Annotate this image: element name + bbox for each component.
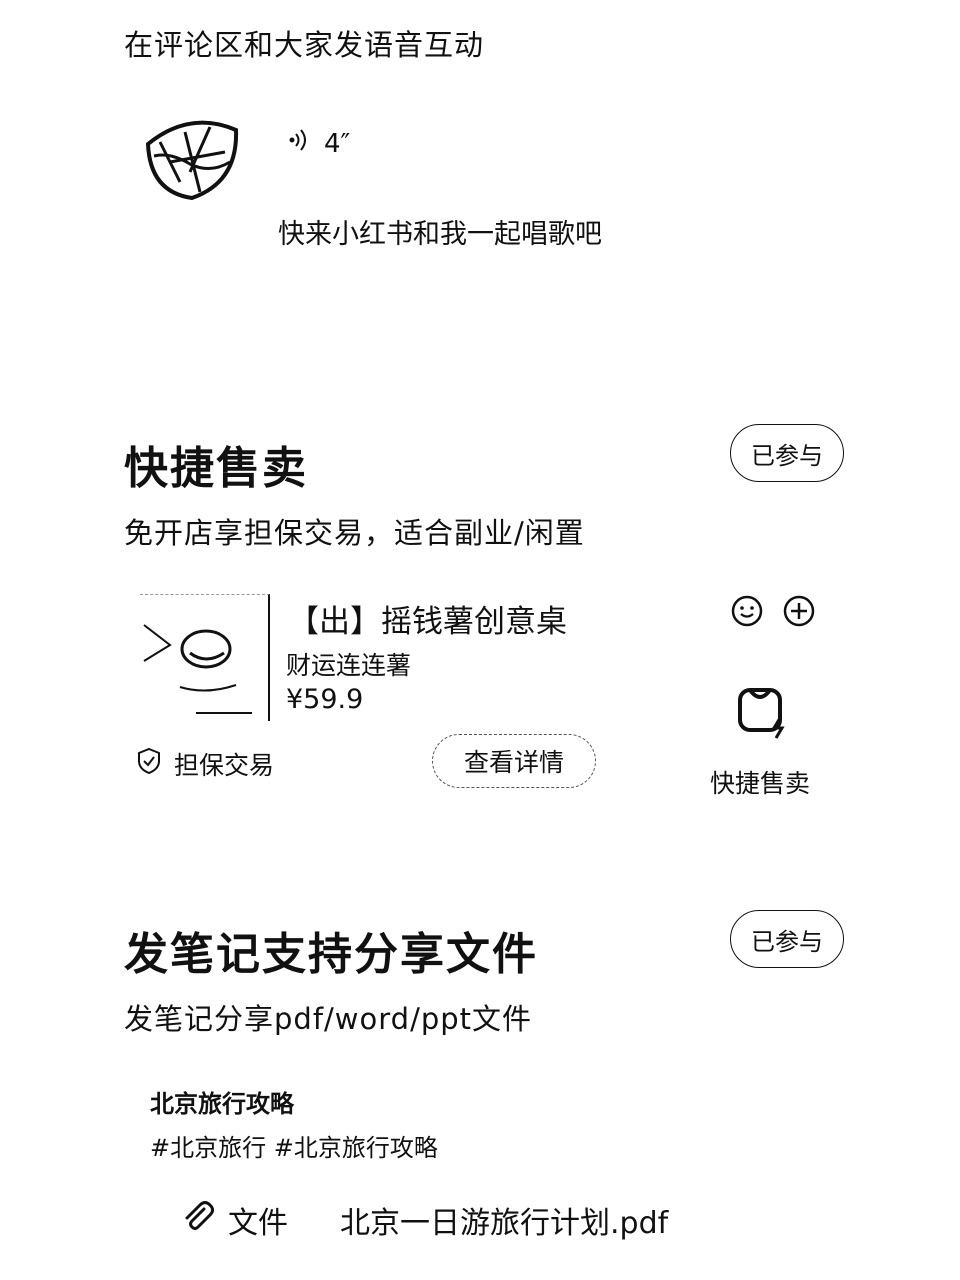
smile-icon[interactable] [730, 594, 764, 632]
plus-circle-icon[interactable] [782, 594, 816, 632]
product-thumbnail[interactable] [140, 594, 270, 721]
note-file-subtitle: 发笔记分享pdf/word/ppt文件 [124, 1002, 533, 1036]
view-details-button[interactable]: 查看详情 [432, 734, 596, 788]
guarantee-badge: 担保交易 [136, 746, 274, 782]
file-name[interactable]: 北京一日游旅行计划.pdf [340, 1198, 668, 1242]
guarantee-label: 担保交易 [174, 751, 275, 780]
file-attachment[interactable]: 文件 北京一日游旅行计划.pdf [180, 1198, 668, 1242]
note-file-title: 发笔记支持分享文件 [124, 929, 538, 980]
note-tags[interactable]: #北京旅行 #北京旅行攻略 [150, 1128, 438, 1163]
quick-sell-joined-button[interactable]: 已参与 [730, 424, 844, 482]
voice-intro-text: 在评论区和大家发语音互动 [124, 28, 485, 62]
paperclip-icon [180, 1199, 214, 1241]
note-file-joined-button[interactable]: 已参与 [730, 910, 844, 968]
quick-sell-side-icons [730, 594, 816, 632]
note-title[interactable]: 北京旅行攻略 [150, 1084, 294, 1119]
product-price: ¥59.9 [286, 684, 364, 715]
shield-check-icon [136, 747, 162, 781]
file-label: 文件 [228, 1206, 288, 1241]
quick-sell-title: 快捷售卖 [124, 443, 308, 494]
avatar [140, 112, 240, 202]
product-subtitle: 财运连连薯 [286, 651, 412, 680]
product-title[interactable]: 【出】摇钱薯创意桌 [288, 596, 567, 641]
quick-sell-subtitle: 免开店享担保交易，适合副业/闲置 [124, 516, 585, 550]
quick-sell-side-label[interactable]: 快捷售卖 [710, 764, 810, 800]
voice-caption: 快来小红书和我一起唱歌吧 [278, 219, 602, 250]
sound-wave-icon [288, 128, 310, 159]
voice-message[interactable]: 4″ [288, 128, 350, 159]
voice-duration: 4″ [324, 128, 351, 159]
shopping-bag-icon[interactable] [736, 684, 792, 744]
